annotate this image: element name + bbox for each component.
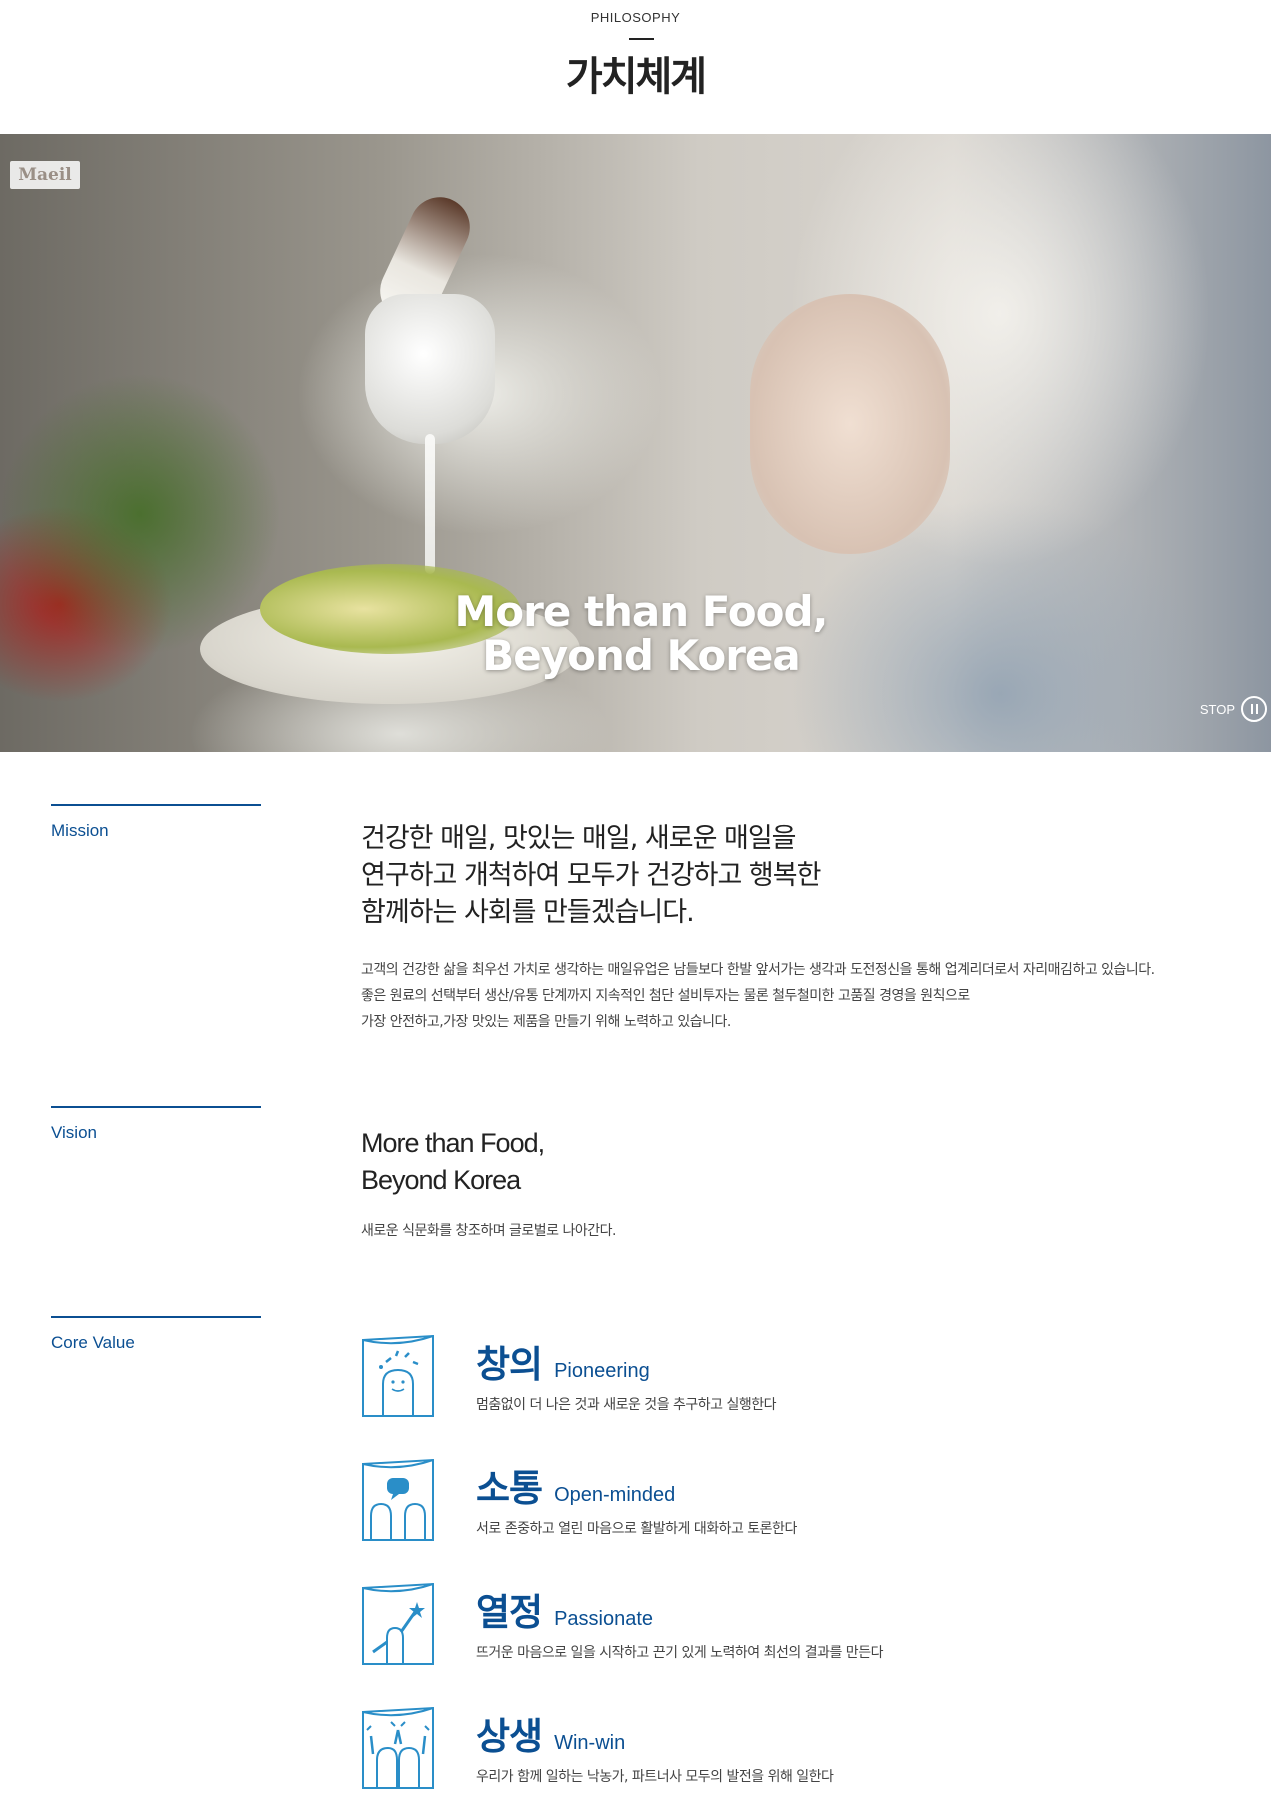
- core-value-desc: 서로 존중하고 열린 마음으로 활발하게 대화하고 토론한다: [476, 1521, 797, 1537]
- stop-label: STOP: [1199, 701, 1235, 717]
- mission-heading: 건강한 매일, 맛있는 매일, 새로운 매일을 연구하고 개척하여 모두가 건강…: [361, 820, 821, 931]
- mission-description-line: 가장 안전하고,가장 맛있는 제품을 만들기 위해 노력하고 있습니다.: [361, 1014, 731, 1030]
- mission-description-line: 고객의 건강한 삶을 최우선 가치로 생각하는 매일유업은 남들보다 한발 앞서…: [361, 962, 1155, 978]
- mission-heading-line: 연구하고 개척하여 모두가 건강하고 행복한: [361, 860, 821, 891]
- core-value-desc: 우리가 함께 일하는 낙농가, 파트너사 모두의 발전을 위해 일한다: [476, 1769, 834, 1785]
- core-value-ko: 열정: [476, 1591, 543, 1634]
- core-value-item: 소통 Open-minded 서로 존중하고 열린 마음으로 활발하게 대화하고…: [361, 1458, 1221, 1548]
- core-value-item: 상생 Win-win 우리가 함께 일하는 낙농가, 파트너사 모두의 발전을 …: [361, 1706, 1221, 1796]
- core-value-en: Win-win: [554, 1732, 626, 1754]
- brand-logo: Maeil: [10, 161, 80, 189]
- vision-description: 새로운 식문화를 창조하며 글로벌로 나아간다.: [361, 1223, 616, 1239]
- hero-slogan: More than Food, Beyond Korea: [0, 590, 1271, 678]
- hero-scene-arm: [750, 294, 950, 554]
- mission-description: 고객의 건강한 삶을 최우선 가치로 생각하는 매일유업은 남들보다 한발 앞서…: [361, 957, 1155, 1035]
- core-value-title: 상생 Win-win: [476, 1706, 625, 1760]
- win-win-icon: [362, 1706, 434, 1789]
- page-header: PHILOSOPHY 가치체계: [0, 0, 1271, 134]
- core-value-label: Core Value: [51, 1333, 135, 1352]
- core-value-title: 소통 Open-minded: [476, 1458, 675, 1512]
- vision-heading: More than Food, Beyond Korea: [361, 1125, 545, 1199]
- pioneering-icon: [362, 1334, 434, 1417]
- core-value-en: Passionate: [554, 1608, 654, 1630]
- pause-icon: [1241, 696, 1267, 722]
- mission-label: Mission: [51, 821, 109, 840]
- core-value-ko: 상생: [476, 1715, 543, 1758]
- mission-heading-line: 건강한 매일, 맛있는 매일, 새로운 매일을: [361, 823, 797, 854]
- core-value-en: Open-minded: [554, 1484, 676, 1506]
- hero-slogan-line1: More than Food,: [454, 587, 828, 636]
- mission-divider: [51, 804, 261, 806]
- eyebrow-divider: [629, 38, 654, 40]
- hero-slogan-line2: Beyond Korea: [482, 631, 801, 680]
- hero-video: Maeil More than Food, Beyond Korea STOP: [0, 134, 1271, 752]
- page-eyebrow: PHILOSOPHY: [590, 10, 681, 25]
- core-value-item: 열정 Passionate 뜨거운 마음으로 일을 시작하고 끈기 있게 노력하…: [361, 1582, 1221, 1672]
- core-value-item: 창의 Pioneering 멈춤없이 더 나은 것과 새로운 것을 추구하고 실…: [361, 1334, 1221, 1424]
- hero-scene-pitcher: [365, 294, 495, 444]
- core-value-title: 열정 Passionate: [476, 1582, 653, 1636]
- hero-scene-milk-stream: [425, 434, 435, 574]
- core-value-desc: 멈춤없이 더 나은 것과 새로운 것을 추구하고 실행한다: [476, 1397, 777, 1413]
- open-minded-icon: [362, 1458, 434, 1541]
- mission-heading-line: 함께하는 사회를 만들겠습니다.: [361, 897, 695, 928]
- vision-heading-line: More than Food,: [361, 1128, 545, 1158]
- video-stop-button[interactable]: STOP: [1200, 695, 1267, 723]
- vision-heading-line: Beyond Korea: [361, 1165, 521, 1195]
- core-value-ko: 소통: [476, 1467, 543, 1510]
- mission-description-line: 좋은 원료의 선택부터 생산/유통 단계까지 지속적인 첨단 설비투자는 물론 …: [361, 988, 970, 1004]
- vision-label: Vision: [51, 1123, 97, 1142]
- core-value-en: Pioneering: [554, 1360, 650, 1382]
- passionate-icon: [362, 1582, 434, 1665]
- core-value-desc: 뜨거운 마음으로 일을 시작하고 끈기 있게 노력하여 최선의 결과를 만든다: [476, 1645, 883, 1661]
- core-value-title: 창의 Pioneering: [476, 1334, 650, 1388]
- vision-divider: [51, 1106, 261, 1108]
- core-value-divider: [51, 1316, 261, 1318]
- core-value-ko: 창의: [476, 1343, 543, 1386]
- page-title: 가치체계: [565, 54, 707, 100]
